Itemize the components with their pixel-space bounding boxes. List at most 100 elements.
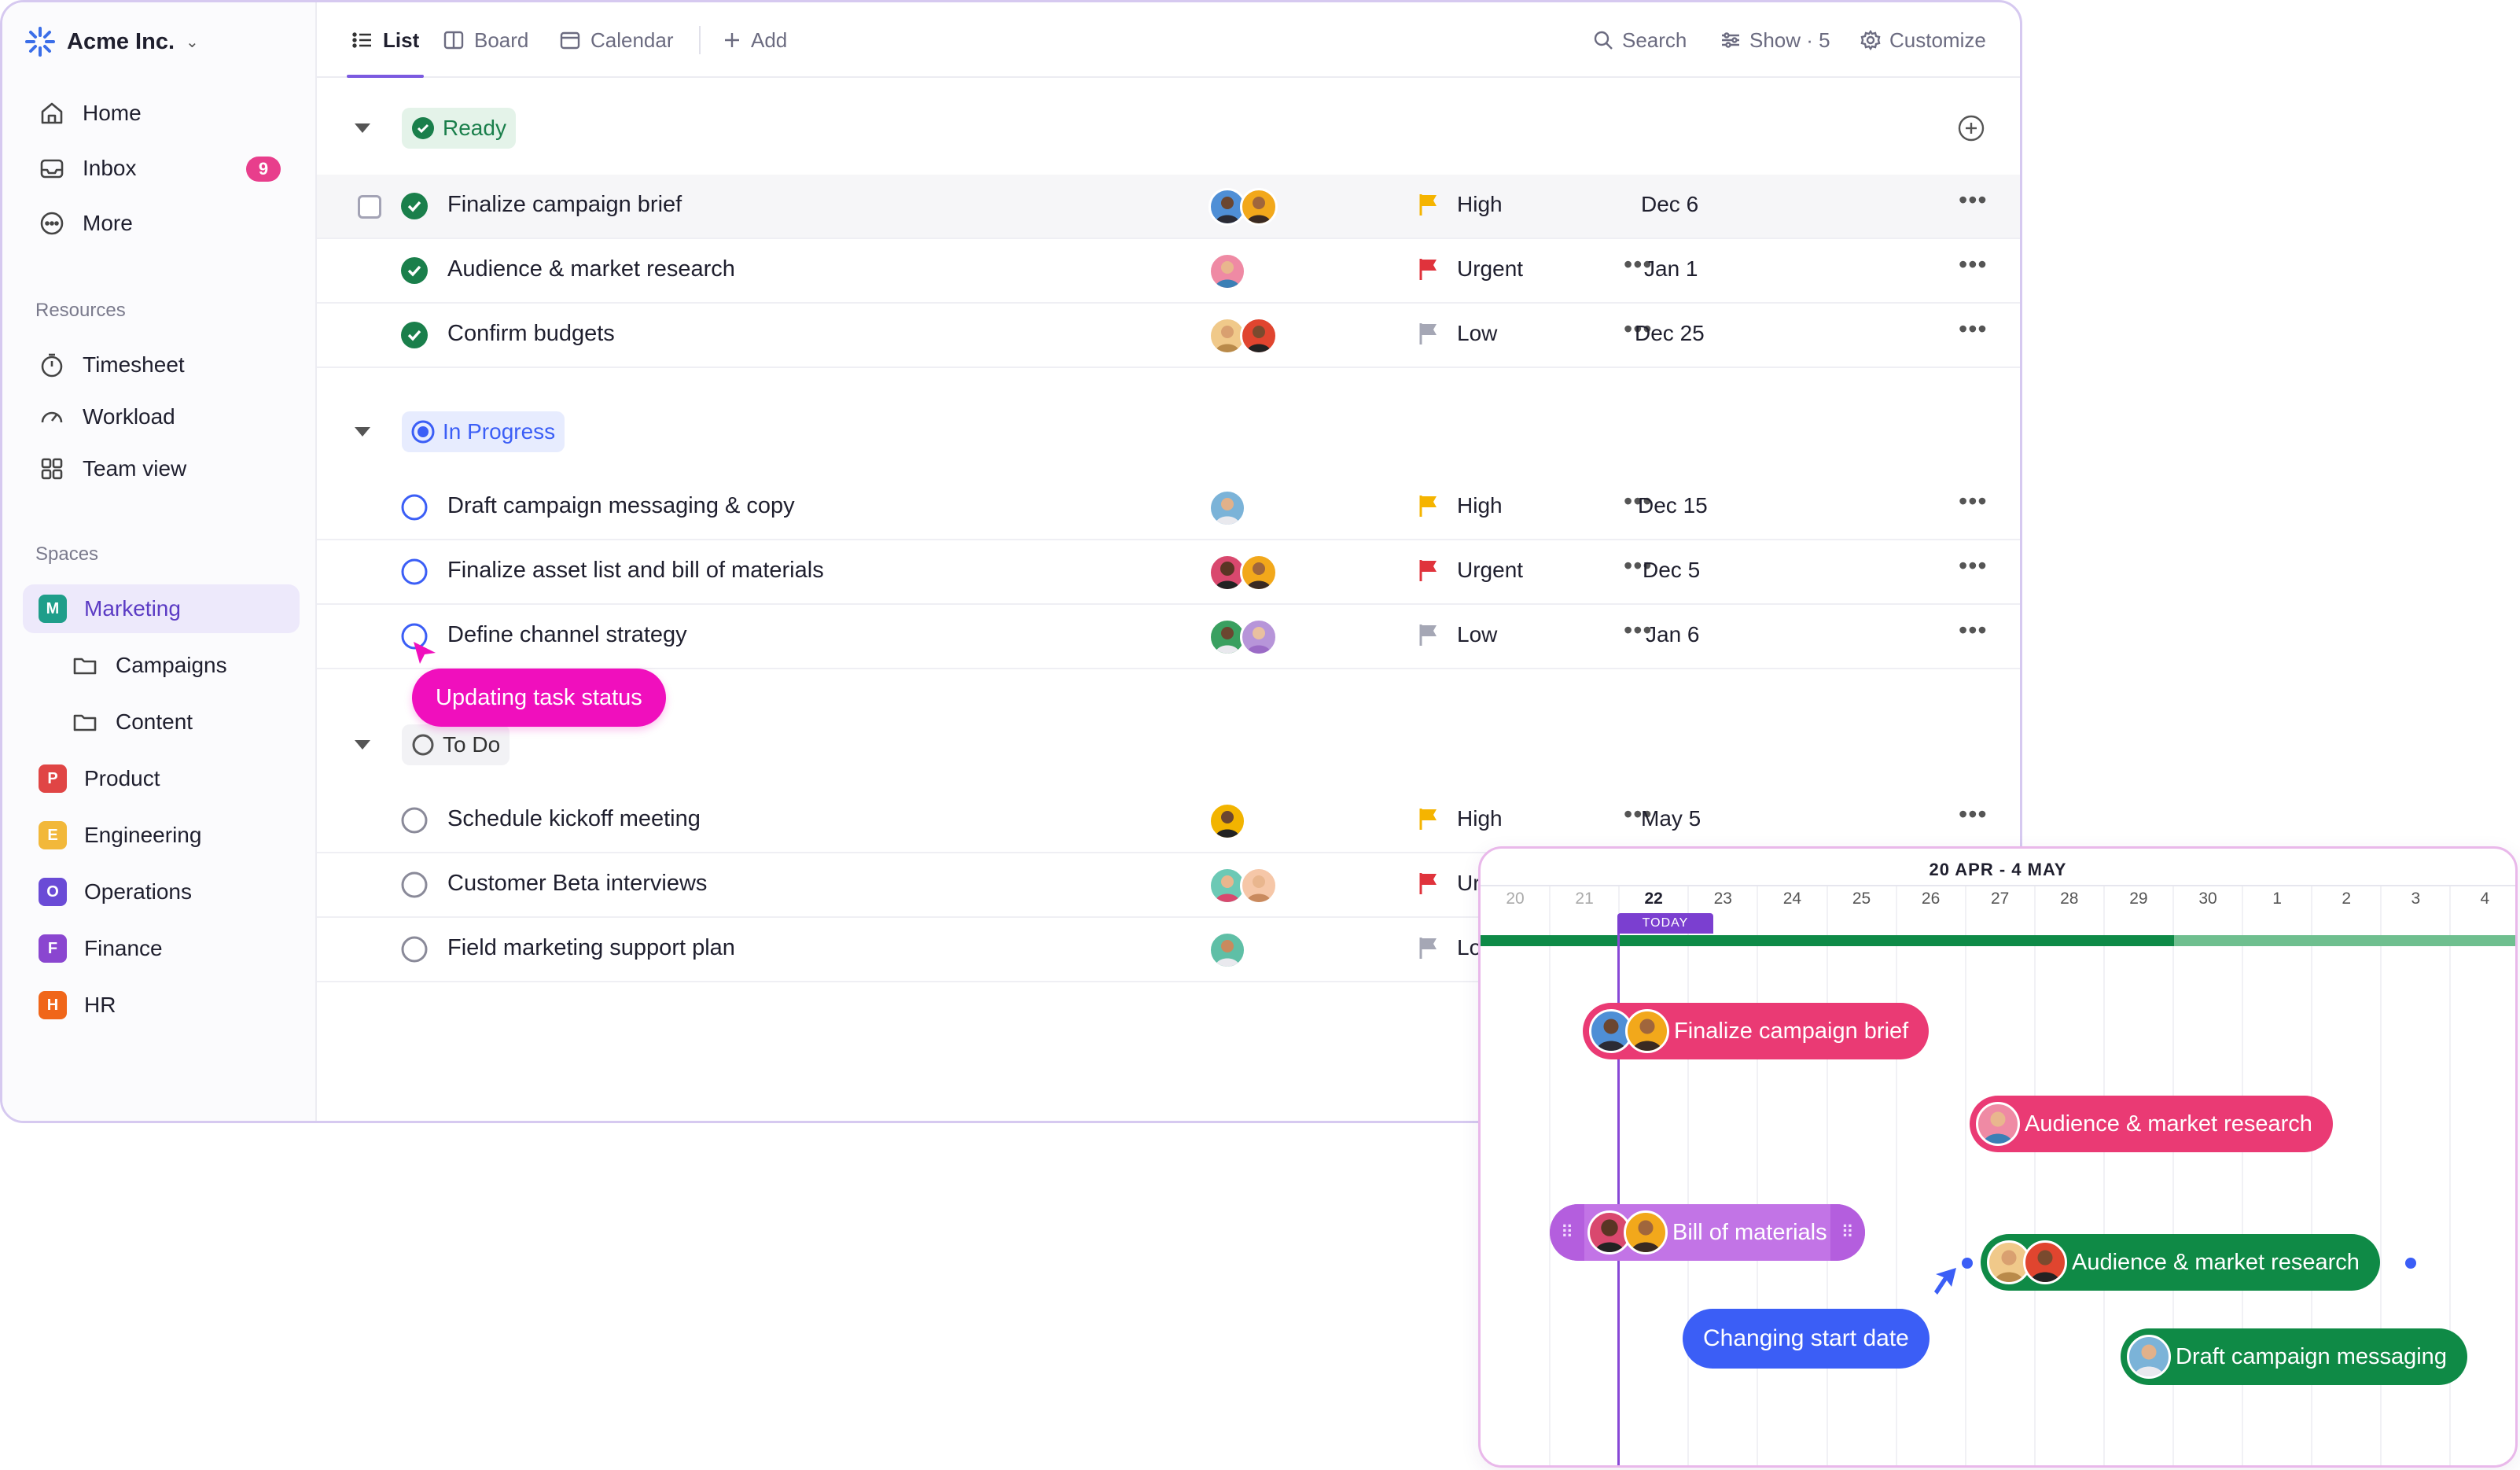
- task-row[interactable]: Schedule kickoff meeting High ••• May 5 …: [317, 789, 2020, 853]
- task-name[interactable]: Field marketing support plan: [447, 935, 735, 961]
- assignees[interactable]: [1208, 554, 1278, 591]
- task-name[interactable]: Audience & market research: [447, 256, 735, 282]
- bar-assignees: [1587, 1210, 1668, 1254]
- gantt-bar[interactable]: Audience & market research: [1981, 1234, 2380, 1291]
- task-row[interactable]: Confirm budgets Low ••• Dec 25 •••: [317, 304, 2020, 368]
- priority[interactable]: Lo: [1418, 935, 1481, 960]
- nav-more[interactable]: More: [23, 199, 300, 248]
- row-more-icon[interactable]: •••: [1959, 800, 1988, 829]
- collapse-caret-icon[interactable]: [355, 740, 370, 750]
- assignees[interactable]: [1208, 931, 1246, 969]
- assignees[interactable]: [1208, 317, 1278, 355]
- tab-calendar[interactable]: Calendar: [559, 2, 674, 78]
- task-row[interactable]: Draft campaign messaging & copy High •••…: [317, 476, 2020, 540]
- tab-list[interactable]: List: [346, 2, 425, 78]
- workspace-switcher[interactable]: Acme Inc. ⌄: [24, 23, 199, 61]
- assignees[interactable]: [1208, 489, 1246, 527]
- plus-icon: [725, 33, 739, 47]
- due-date[interactable]: Dec 6: [1641, 192, 1698, 217]
- assignees[interactable]: [1208, 252, 1246, 290]
- check-circle-icon[interactable]: [400, 256, 429, 285]
- row-select-checkbox[interactable]: [358, 195, 381, 219]
- collapse-caret-icon[interactable]: [355, 427, 370, 437]
- status-open-circle-icon[interactable]: [400, 558, 429, 586]
- folder-content[interactable]: Content: [72, 698, 193, 746]
- task-name[interactable]: Finalize asset list and bill of material…: [447, 558, 824, 584]
- row-more-icon[interactable]: •••: [1959, 616, 1988, 645]
- search-button[interactable]: Search: [1592, 2, 1687, 78]
- due-date[interactable]: Dec 5: [1643, 558, 1700, 583]
- dependency-dot-end[interactable]: [2405, 1258, 2416, 1269]
- group-header-in-progress[interactable]: In Progress: [355, 411, 565, 452]
- nav-timesheet[interactable]: Timesheet: [23, 341, 300, 389]
- customize-button[interactable]: Customize: [1860, 2, 1986, 78]
- check-circle-icon[interactable]: [400, 192, 429, 220]
- task-row[interactable]: Define channel strategy Low ••• Jan 6 ••…: [317, 605, 2020, 669]
- space-hr[interactable]: H HR: [23, 981, 300, 1030]
- show-fields-button[interactable]: Show · 5: [1720, 2, 1830, 78]
- add-view-button[interactable]: Add: [721, 2, 787, 78]
- due-date[interactable]: Jan 1: [1644, 256, 1698, 282]
- space-engineering[interactable]: E Engineering: [23, 811, 300, 860]
- row-more-icon[interactable]: •••: [1959, 315, 1988, 344]
- check-circle-icon[interactable]: [400, 321, 429, 349]
- row-more-icon[interactable]: •••: [1959, 186, 1988, 215]
- tab-board[interactable]: Board: [443, 2, 528, 78]
- nav-inbox[interactable]: Inbox 9: [23, 144, 300, 193]
- status-open-circle-icon[interactable]: [400, 493, 429, 521]
- task-name[interactable]: Finalize campaign brief: [447, 192, 682, 218]
- gantt-bar[interactable]: Audience & market research: [1970, 1096, 2333, 1152]
- drag-handle-left-icon[interactable]: ⠿: [1550, 1204, 1584, 1261]
- priority[interactable]: High: [1418, 493, 1503, 518]
- status-open-circle-icon[interactable]: [400, 871, 429, 899]
- assignees[interactable]: [1208, 867, 1278, 904]
- assignees[interactable]: [1208, 802, 1246, 840]
- status-open-circle-icon[interactable]: [400, 935, 429, 963]
- task-row[interactable]: Audience & market research Urgent ••• Ja…: [317, 239, 2020, 304]
- nav-more-label: More: [83, 211, 133, 235]
- task-name[interactable]: Schedule kickoff meeting: [447, 806, 701, 832]
- row-more-icon[interactable]: •••: [1959, 551, 1988, 580]
- task-row[interactable]: Finalize asset list and bill of material…: [317, 540, 2020, 605]
- priority[interactable]: Ur: [1418, 871, 1481, 896]
- due-date[interactable]: Jan 6: [1646, 622, 1700, 647]
- drag-handle-right-icon[interactable]: ⠿: [1830, 1204, 1865, 1261]
- task-row[interactable]: Finalize campaign brief High Dec 6 •••: [317, 175, 2020, 239]
- status-open-circle-icon[interactable]: [400, 806, 429, 834]
- group-header-to-do[interactable]: To Do: [355, 724, 510, 765]
- bar-assignees: [1589, 1009, 1669, 1053]
- assignees[interactable]: [1208, 188, 1278, 226]
- group-header-ready[interactable]: Ready: [355, 108, 516, 149]
- priority[interactable]: Urgent: [1418, 256, 1523, 282]
- gantt-bar[interactable]: Draft campaign messaging: [2121, 1328, 2467, 1385]
- task-name[interactable]: Draft campaign messaging & copy: [447, 493, 795, 519]
- nav-home[interactable]: Home: [23, 89, 300, 138]
- collapse-caret-icon[interactable]: [355, 123, 370, 133]
- add-task-circle-icon[interactable]: [1957, 114, 1985, 142]
- row-more-icon[interactable]: •••: [1959, 250, 1988, 279]
- priority[interactable]: Low: [1418, 622, 1497, 647]
- priority-label: Urgent: [1457, 558, 1524, 582]
- priority[interactable]: Low: [1418, 321, 1497, 346]
- priority[interactable]: High: [1418, 806, 1503, 831]
- assignees[interactable]: [1208, 618, 1278, 656]
- nav-team-view[interactable]: Team view: [23, 444, 300, 493]
- nav-workload[interactable]: Workload: [23, 392, 300, 441]
- due-date[interactable]: Dec 25: [1635, 321, 1705, 346]
- task-name[interactable]: Customer Beta interviews: [447, 871, 707, 897]
- space-operations[interactable]: O Operations: [23, 868, 300, 916]
- priority[interactable]: High: [1418, 192, 1503, 217]
- due-date[interactable]: Dec 15: [1638, 493, 1708, 518]
- gantt-bar[interactable]: Finalize campaign brief: [1583, 1003, 1930, 1059]
- task-name[interactable]: Define channel strategy: [447, 622, 687, 648]
- space-finance[interactable]: F Finance: [23, 924, 300, 973]
- status-pill-in-progress: In Progress: [402, 411, 565, 452]
- task-name[interactable]: Confirm budgets: [447, 321, 615, 347]
- row-more-icon[interactable]: •••: [1959, 487, 1988, 516]
- folder-campaigns[interactable]: Campaigns: [72, 641, 227, 690]
- space-marketing[interactable]: M Marketing: [23, 584, 300, 633]
- space-product[interactable]: P Product: [23, 754, 300, 803]
- priority[interactable]: Urgent: [1418, 558, 1523, 583]
- due-date[interactable]: May 5: [1641, 806, 1701, 831]
- gantt-bar-dragging[interactable]: ⠿ Bill of materials ⠿: [1550, 1204, 1865, 1261]
